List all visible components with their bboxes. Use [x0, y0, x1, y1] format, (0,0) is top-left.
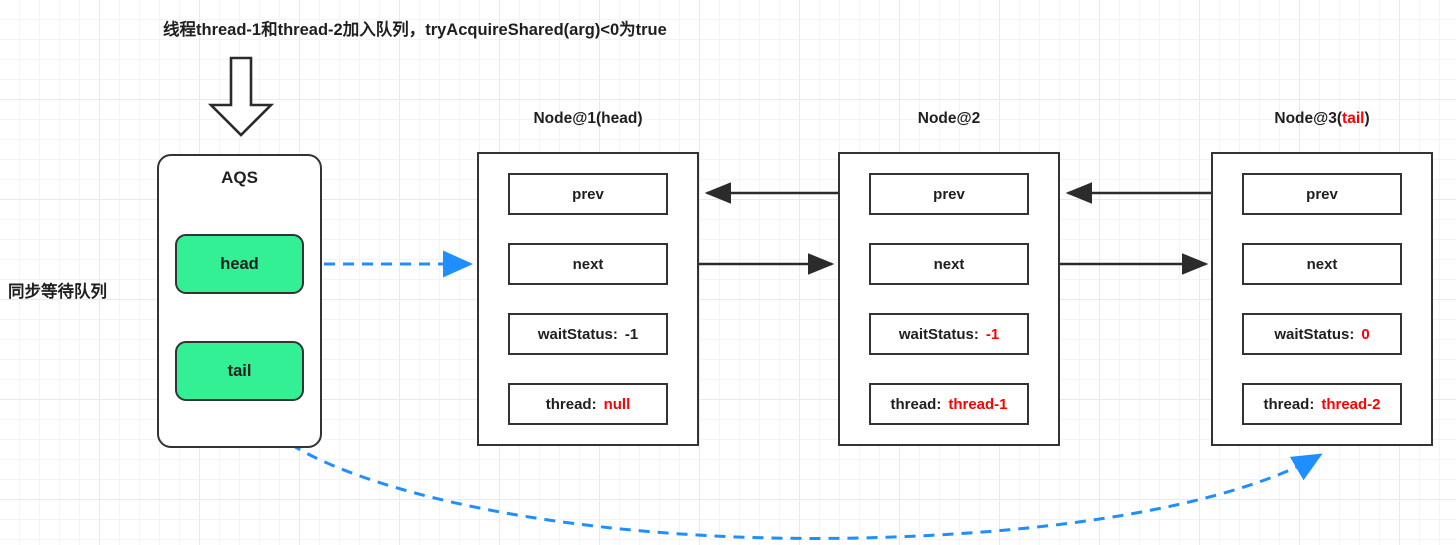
node-title-paren-close: )	[637, 110, 643, 127]
diagram-caption: 线程thread-1和thread-2加入队列，tryAcquireShared…	[163, 21, 667, 39]
node-title-accent: head	[601, 110, 638, 127]
field-value: 0	[1361, 325, 1370, 343]
node-title-main: Node@1	[533, 110, 596, 127]
node-title-main: Node@2	[917, 110, 981, 127]
field-label: prev	[1306, 185, 1338, 203]
node1-field-thread[interactable]: thread: null	[508, 383, 668, 425]
block-down-arrow	[207, 56, 275, 137]
node1-field-prev[interactable]: prev	[508, 173, 668, 215]
node-title-3: Node@3(tail)	[1211, 110, 1433, 128]
field-label: thread:	[890, 395, 942, 413]
field-label: thread:	[1263, 395, 1315, 413]
aqs-field-tail[interactable]: tail	[175, 341, 304, 401]
node1-field-next[interactable]: next	[508, 243, 668, 285]
node3-field-thread[interactable]: thread: thread-2	[1242, 383, 1402, 425]
node1-field-waitstatus[interactable]: waitStatus: -1	[508, 313, 668, 355]
field-value: -1	[624, 325, 639, 343]
queue-label: 同步等待队列	[8, 283, 107, 301]
node2-field-thread[interactable]: thread: thread-1	[869, 383, 1029, 425]
field-value: null	[603, 395, 631, 413]
field-label: waitStatus:	[898, 325, 979, 343]
field-label: prev	[572, 185, 604, 203]
tail-to-node3-dashed-curve	[250, 403, 1323, 540]
field-label: thread:	[545, 395, 597, 413]
node-title-main: Node@3	[1274, 110, 1337, 127]
node3-field-next[interactable]: next	[1242, 243, 1402, 285]
field-label: next	[572, 255, 604, 273]
node3-field-waitstatus[interactable]: waitStatus: 0	[1242, 313, 1402, 355]
aqs-field-head[interactable]: head	[175, 234, 304, 294]
node-title-2: Node@2	[838, 110, 1060, 128]
node-title-1: Node@1(head)	[477, 110, 699, 128]
field-label: waitStatus:	[537, 325, 618, 343]
node2-field-waitstatus[interactable]: waitStatus: -1	[869, 313, 1029, 355]
field-label: waitStatus:	[1274, 325, 1355, 343]
node-title-paren-close: )	[1364, 110, 1370, 127]
field-value: -1	[985, 325, 1000, 343]
node3-field-prev[interactable]: prev	[1242, 173, 1402, 215]
field-label: next	[933, 255, 965, 273]
node2-field-next[interactable]: next	[869, 243, 1029, 285]
node-title-accent: tail	[1342, 110, 1365, 127]
aqs-container	[157, 154, 322, 448]
field-label: prev	[933, 185, 965, 203]
field-value: thread-1	[948, 395, 1008, 413]
aqs-title: AQS	[221, 168, 258, 187]
field-label: next	[1306, 255, 1338, 273]
field-value: thread-2	[1321, 395, 1381, 413]
node2-field-prev[interactable]: prev	[869, 173, 1029, 215]
